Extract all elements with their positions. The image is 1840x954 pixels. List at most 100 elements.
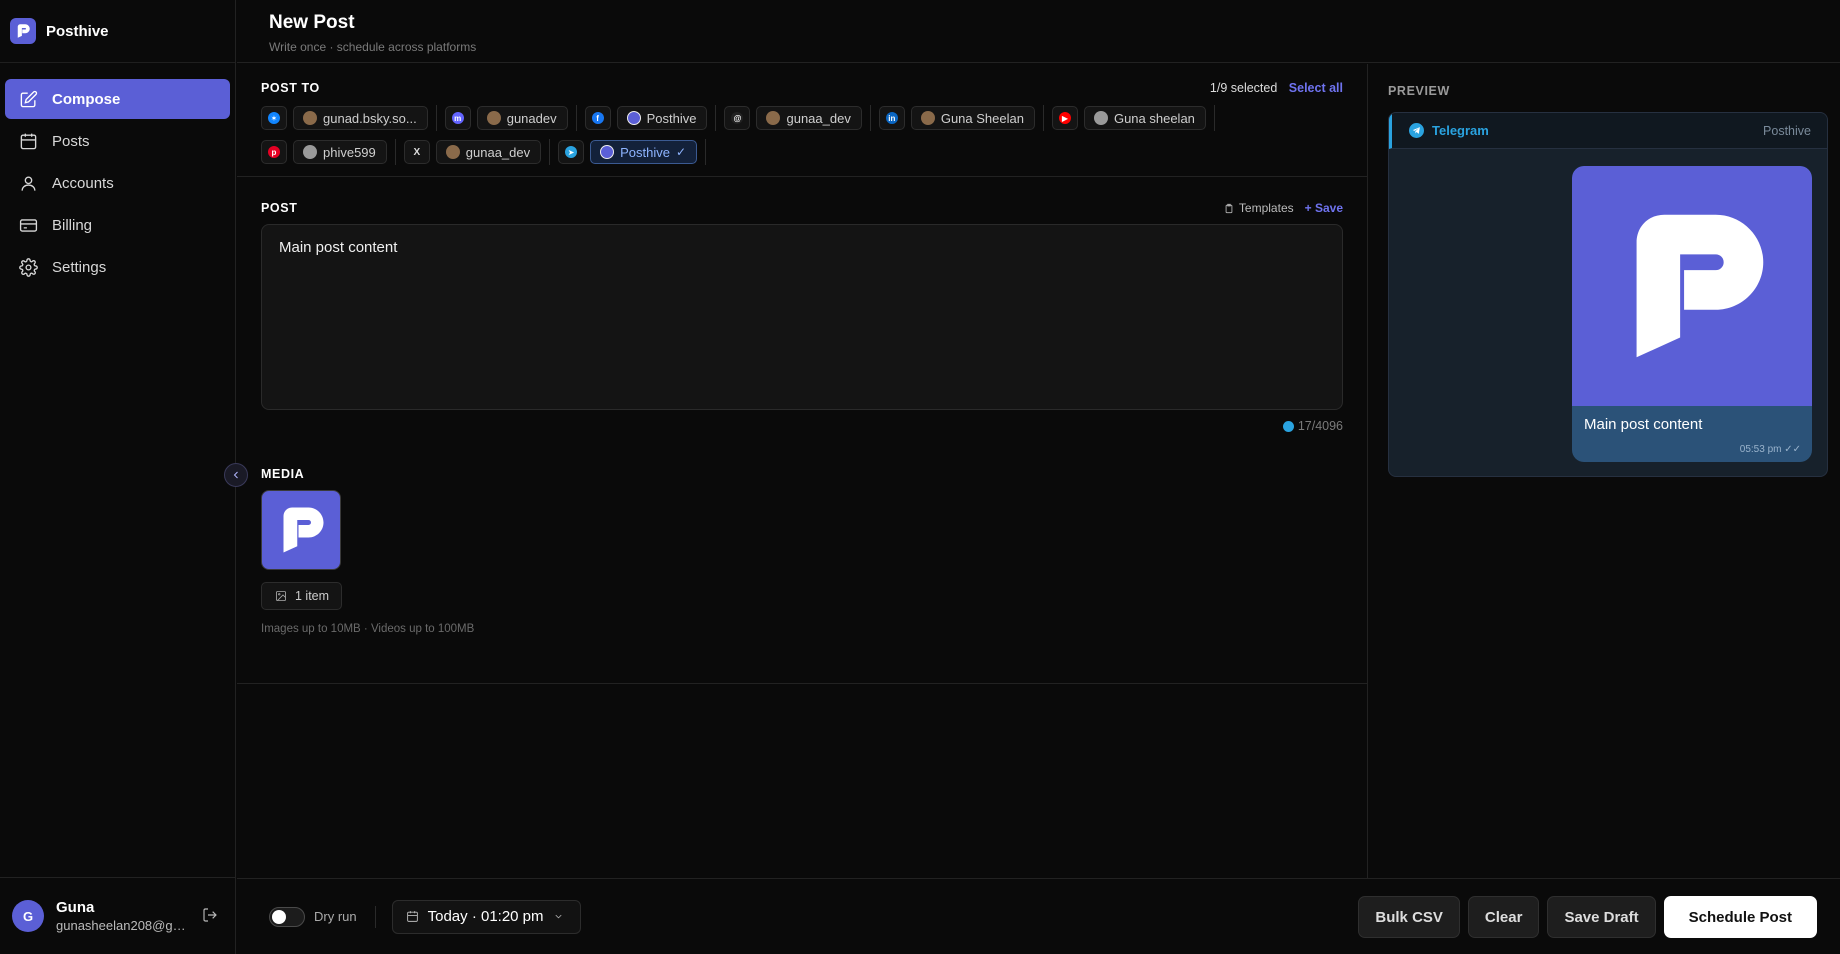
- bulk-csv-button[interactable]: Bulk CSV: [1358, 896, 1460, 938]
- selection-info: 1/9 selected Select all: [1210, 81, 1343, 95]
- user-name: Guna: [56, 899, 95, 916]
- account-chip[interactable]: gunaa_dev: [756, 106, 862, 130]
- check-icon: ✓: [676, 145, 687, 159]
- user-profile: G Guna gunasheelan208@gm...: [0, 877, 236, 954]
- telegram-message-bubble: Main post content 05:53 pm ✓✓: [1572, 166, 1812, 462]
- user-info: Guna gunasheelan208@gm...: [56, 899, 192, 933]
- app-root: Posthive Compose Posts Accounts Billing …: [0, 0, 1840, 954]
- sidebar-item-label: Posts: [52, 132, 90, 150]
- calendar-icon: [406, 911, 418, 922]
- media-title: MEDIA: [261, 467, 305, 481]
- save-draft-button[interactable]: Save Draft: [1547, 896, 1656, 938]
- account-chip-group: ➤ Posthive ✓: [558, 139, 707, 165]
- x-icon: X: [413, 146, 421, 158]
- platform-filter-button[interactable]: ▶: [1051, 106, 1078, 130]
- platform-filter-button[interactable]: X: [403, 140, 430, 164]
- image-icon: [276, 591, 286, 601]
- platform-filter-button[interactable]: ✶: [261, 106, 287, 130]
- divider: [374, 905, 376, 928]
- add-media-button[interactable]: 1 item: [261, 582, 343, 610]
- preview-header: Telegram Posthive: [1389, 113, 1827, 149]
- sidebar-item-label: Settings: [52, 258, 107, 276]
- media-limits-note: Images up to 10MB · Videos up to 100MB: [261, 623, 475, 635]
- sidebar-nav: Compose Posts Accounts Billing Settings: [0, 63, 235, 287]
- account-chip-group: ▶ Guna sheelan: [1051, 105, 1215, 131]
- preview-account: Posthive: [1763, 123, 1811, 138]
- account-chip[interactable]: gunaa_dev: [435, 140, 542, 164]
- media-thumbnail[interactable]: [261, 490, 341, 570]
- account-avatar: [920, 111, 935, 125]
- account-chip[interactable]: gunadev: [476, 106, 568, 130]
- brand-name: Posthive: [46, 22, 109, 40]
- account-name: Guna Sheelan: [940, 110, 1024, 126]
- telegram-icon: [1282, 420, 1294, 432]
- sidebar-item-settings[interactable]: Settings: [5, 247, 230, 287]
- action-buttons: Bulk CSV Clear Save Draft Schedule Post: [1358, 896, 1817, 938]
- platform-filter-button[interactable]: p: [261, 140, 287, 164]
- account-chip[interactable]: gunad.bsky.so...: [293, 106, 428, 130]
- post-section: POST Templates + Save Main post content …: [237, 177, 1367, 433]
- account-name: gunaa_dev: [786, 110, 851, 126]
- brand[interactable]: Posthive: [0, 0, 235, 63]
- media-count: 1 item: [295, 589, 330, 603]
- card-icon: [19, 218, 38, 232]
- platform-filter-button[interactable]: m: [444, 106, 471, 130]
- sidebar: Posthive Compose Posts Accounts Billing …: [0, 0, 236, 954]
- save-template-button[interactable]: + Save: [1305, 201, 1343, 215]
- action-bar: Dry run Today · 01:20 pm Bulk CSV Clear …: [237, 878, 1840, 954]
- account-chip[interactable]: phive599: [293, 140, 387, 164]
- platform-filter-button[interactable]: ➤: [558, 140, 585, 164]
- post-to-title: POST TO: [261, 81, 320, 95]
- bluesky-icon: ✶: [268, 112, 280, 124]
- account-chip[interactable]: Guna Sheelan: [910, 106, 1035, 130]
- page-subtitle: Write once · schedule across platforms: [269, 40, 477, 54]
- account-avatar: [445, 145, 460, 159]
- account-chip-group: m gunadev: [444, 105, 577, 131]
- clear-button[interactable]: Clear: [1467, 896, 1540, 938]
- schedule-date-picker[interactable]: Today · 01:20 pm: [391, 899, 581, 934]
- select-all-button[interactable]: Select all: [1289, 81, 1343, 95]
- page-header: New Post Write once · schedule across pl…: [237, 0, 1840, 63]
- youtube-icon: ▶: [1058, 112, 1071, 124]
- dry-run-toggle[interactable]: [269, 906, 305, 927]
- account-chip-group: in Guna Sheelan: [878, 105, 1044, 131]
- account-chip[interactable]: Posthive: [616, 106, 708, 130]
- account-name: gunad.bsky.so...: [323, 110, 417, 126]
- toggle-knob: [272, 909, 286, 924]
- platform-filter-button[interactable]: in: [878, 106, 905, 130]
- platform-filter-button[interactable]: @: [724, 106, 751, 130]
- collapse-sidebar-button[interactable]: [224, 463, 248, 487]
- logout-button[interactable]: [202, 907, 220, 925]
- account-name: gunadev: [506, 110, 557, 126]
- chevron-down-icon: [555, 914, 562, 919]
- sidebar-item-compose[interactable]: Compose: [5, 79, 230, 119]
- preview-platform: Telegram: [1432, 123, 1489, 138]
- schedule-post-button[interactable]: Schedule Post: [1663, 896, 1817, 938]
- media-section: MEDIA 1 item Images up to 10MB · Videos …: [237, 433, 1368, 684]
- selected-count: 1/9 selected: [1209, 81, 1278, 95]
- account-avatar: [303, 111, 317, 125]
- account-chip-group: Xgunaa_dev: [403, 139, 551, 165]
- account-name: Posthive: [620, 144, 670, 160]
- sidebar-item-billing[interactable]: Billing: [5, 205, 230, 245]
- account-name: phive599: [323, 144, 376, 160]
- avatar[interactable]: G: [12, 900, 44, 932]
- logout-icon: [203, 908, 217, 922]
- account-name: gunaa_dev: [465, 144, 531, 160]
- template-controls: Templates + Save: [1224, 201, 1343, 215]
- telegram-icon: [1409, 123, 1424, 138]
- character-count: 17/4096: [1297, 419, 1343, 433]
- account-chip[interactable]: Posthive ✓: [590, 140, 698, 164]
- account-name: Posthive: [646, 110, 697, 126]
- post-content-input[interactable]: Main post content: [261, 224, 1343, 410]
- sidebar-item-posts[interactable]: Posts: [5, 121, 230, 161]
- sidebar-item-accounts[interactable]: Accounts: [5, 163, 230, 203]
- platform-filter-button[interactable]: f: [584, 106, 611, 130]
- posthive-logo-icon: [1636, 214, 1764, 358]
- templates-button[interactable]: Templates: [1239, 201, 1294, 215]
- pinterest-icon: p: [268, 146, 280, 158]
- calendar-icon: [20, 133, 37, 149]
- account-chip[interactable]: Guna sheelan: [1083, 106, 1206, 130]
- sidebar-item-label: Compose: [52, 90, 121, 108]
- account-avatar: [303, 145, 317, 159]
